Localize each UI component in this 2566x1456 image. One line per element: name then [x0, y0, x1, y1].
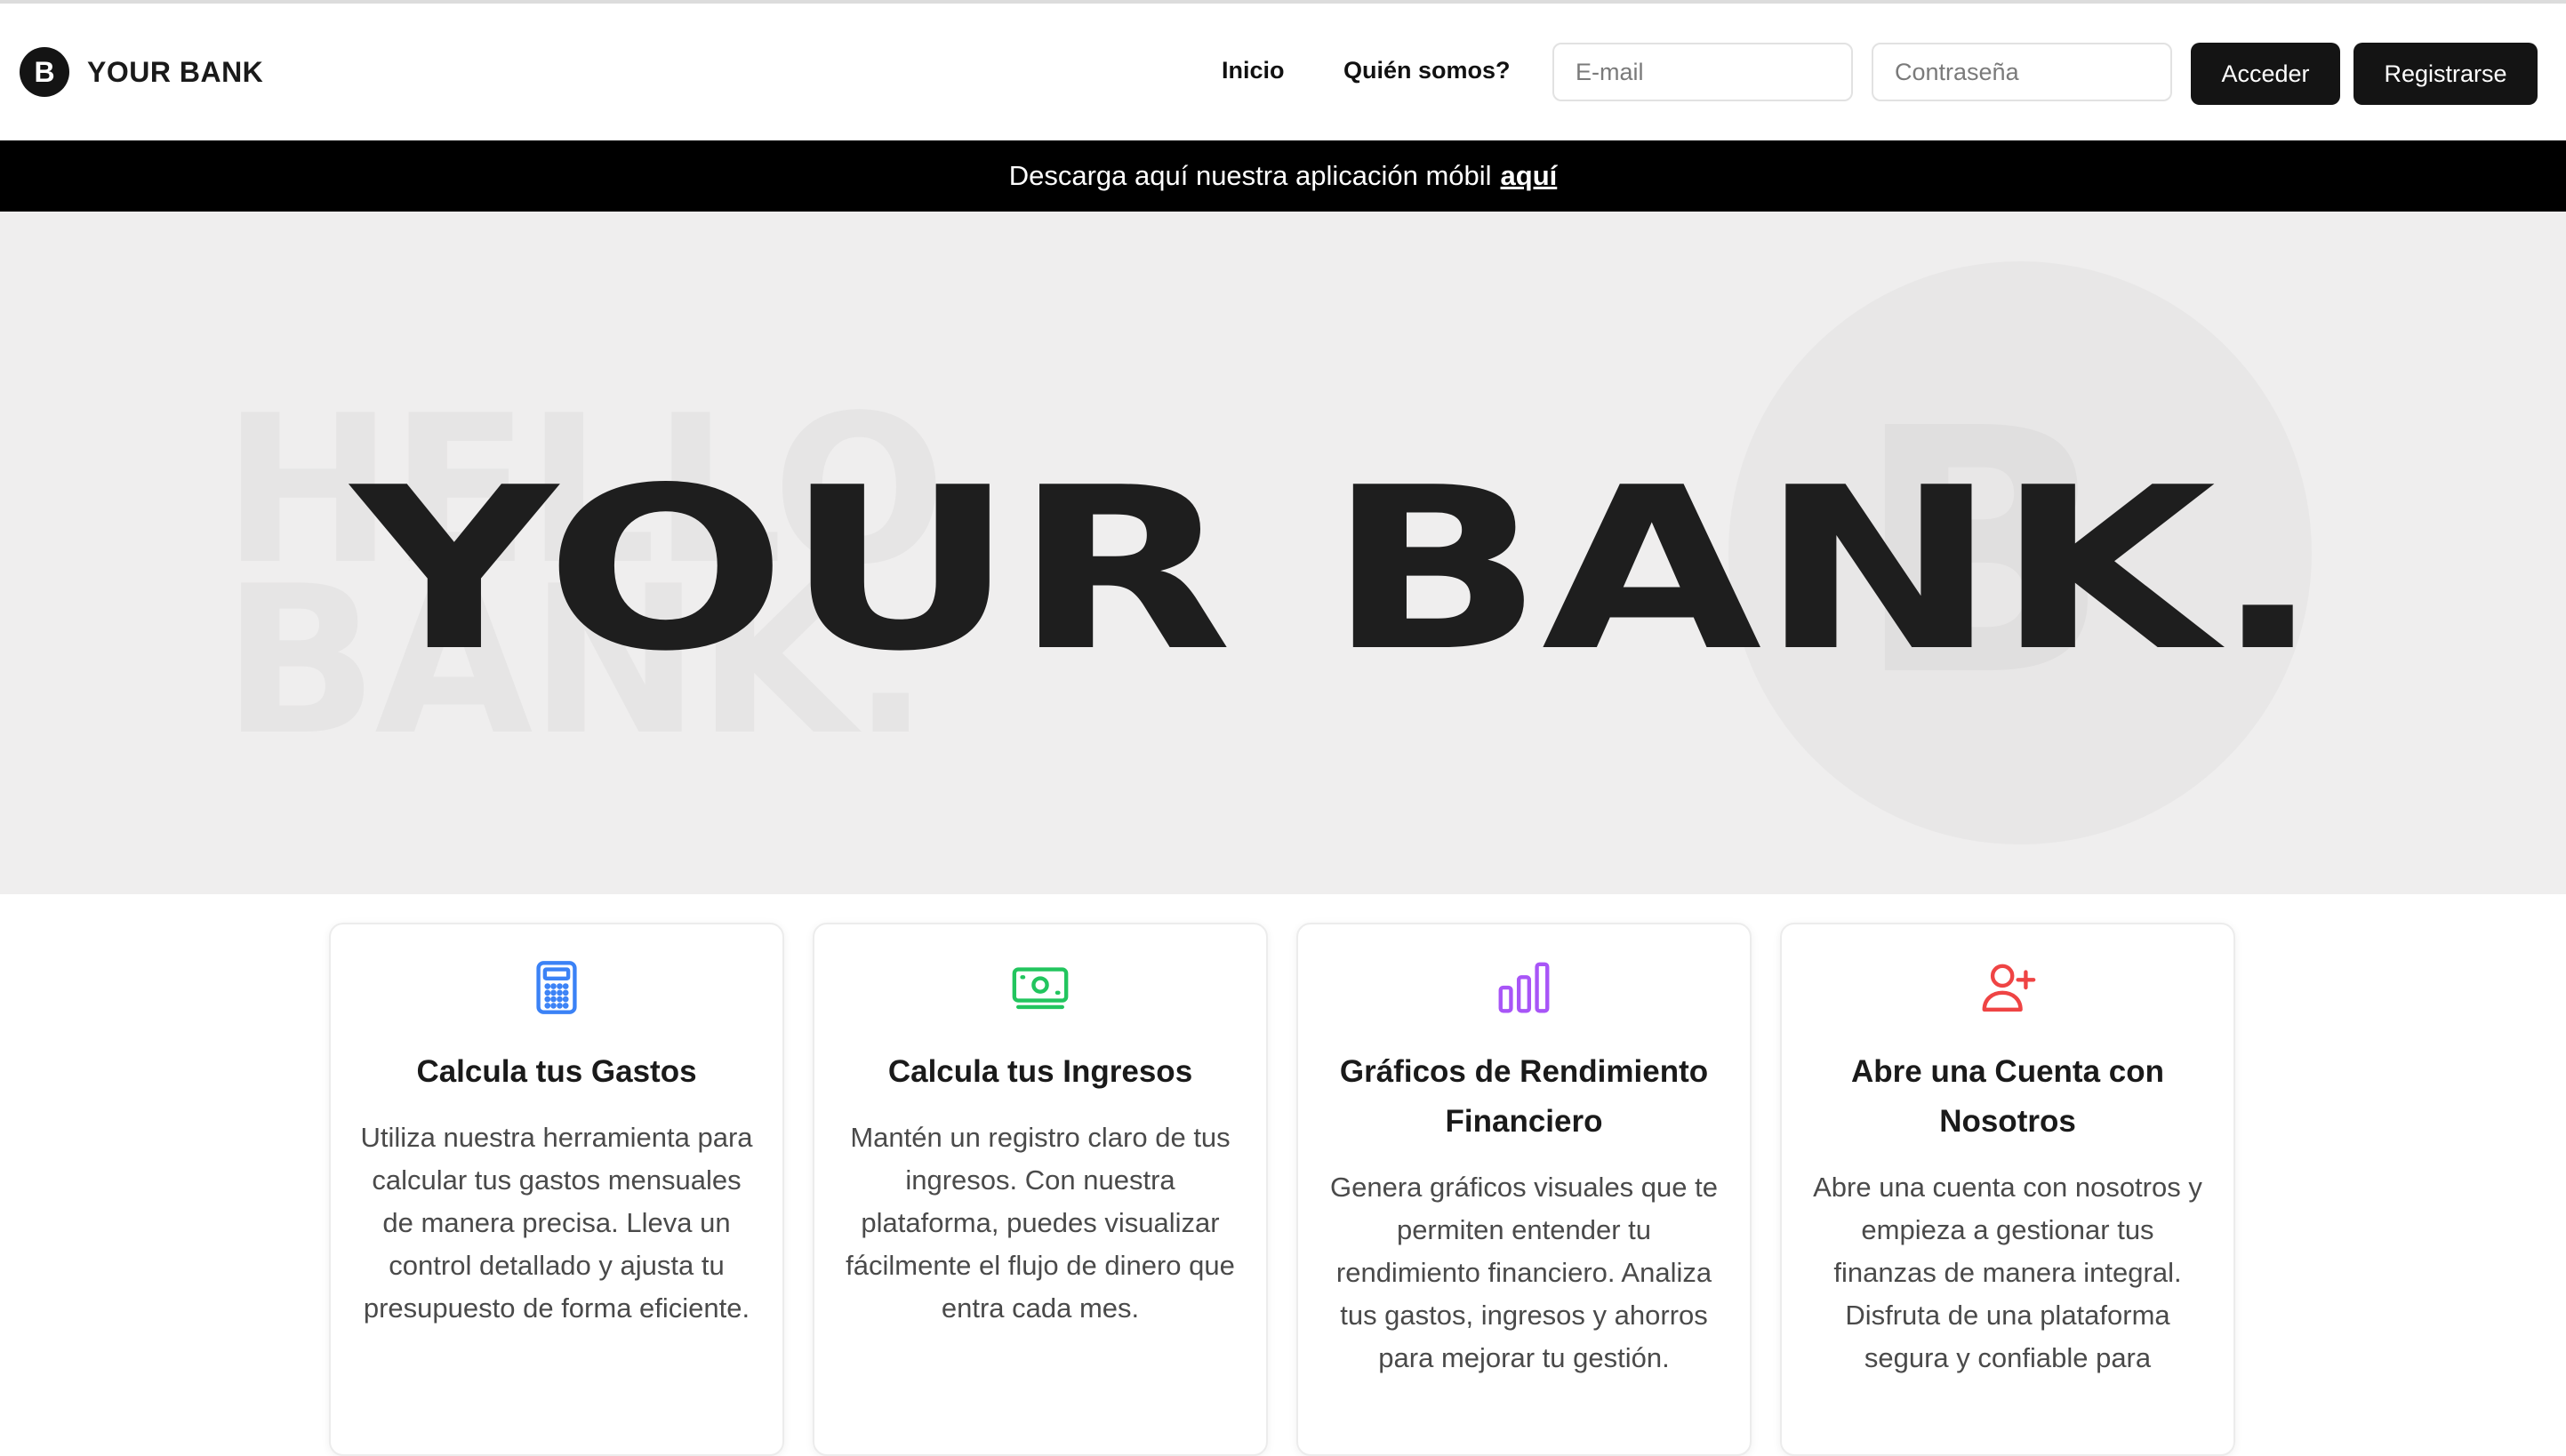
- password-field[interactable]: [1872, 43, 2172, 101]
- feature-card-ingresos: Calcula tus Ingresos Mantén un registro …: [813, 923, 1268, 1456]
- card-text: Utiliza nuestra herramienta para calcula…: [360, 1122, 753, 1324]
- brand[interactable]: B YOUR BANK: [20, 44, 263, 100]
- brand-logo-icon: B: [20, 47, 69, 97]
- bar-chart-icon: [1498, 962, 1550, 1013]
- hero: B HELLO BANK. YOUR BANK.: [0, 212, 2566, 894]
- brand-name: YOUR BANK: [87, 55, 264, 88]
- banner-link[interactable]: aquí: [1501, 160, 1558, 192]
- card-text: Mantén un registro claro de tus ingresos…: [846, 1122, 1235, 1324]
- feature-card-graficos: Gráficos de Rendimiento Financiero Gener…: [1296, 923, 1752, 1456]
- register-button[interactable]: Registrarse: [2354, 43, 2538, 105]
- nav-link-inicio[interactable]: Inicio: [1222, 57, 1285, 84]
- card-title: Calcula tus Gastos: [416, 1054, 697, 1089]
- feature-card-gastos: Calcula tus Gastos Utiliza nuestra herra…: [329, 923, 784, 1456]
- login-button[interactable]: Acceder: [2191, 43, 2340, 105]
- card-text: Abre una cuenta con nosotros y empieza a…: [1813, 1172, 2202, 1373]
- email-field[interactable]: [1552, 43, 1853, 101]
- card-title: Gráficos de Rendimiento Financiero: [1339, 1054, 1709, 1139]
- user-plus-icon: [1982, 964, 2036, 1012]
- calculator-icon: [536, 961, 577, 1014]
- card-title: Calcula tus Ingresos: [887, 1054, 1193, 1089]
- banner-text: Descarga aquí nuestra aplicación móbil: [1008, 160, 1492, 191]
- app-download-banner: Descarga aquí nuestra aplicación móbil a…: [0, 140, 2566, 212]
- cash-icon: [1012, 967, 1069, 1010]
- hero-title: YOUR BANK.: [351, 440, 2321, 700]
- navbar: B YOUR BANK Inicio Quién somos? Acceder …: [0, 4, 2566, 140]
- card-title: Abre una Cuenta con Nosotros: [1851, 1054, 2164, 1139]
- card-text: Genera gráficos visuales que te permiten…: [1330, 1172, 1718, 1373]
- nav-link-quien-somos[interactable]: Quién somos?: [1343, 57, 1511, 84]
- feature-card-cuenta: Abre una Cuenta con Nosotros Abre una cu…: [1780, 923, 2235, 1456]
